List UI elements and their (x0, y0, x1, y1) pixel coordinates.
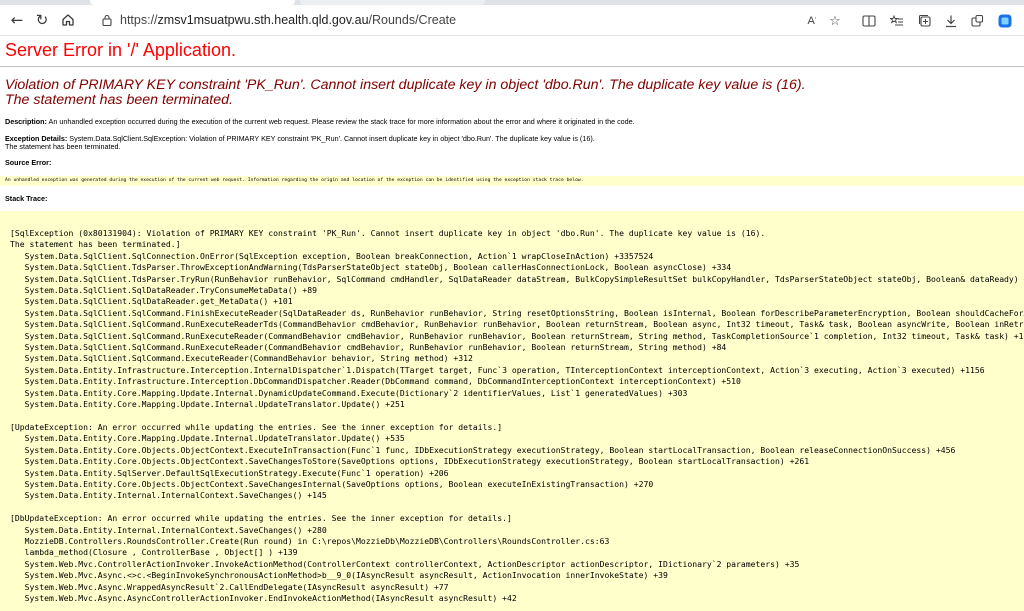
address-bar[interactable]: https://zmsv1msuatpwu.sth.health.qld.gov… (95, 8, 850, 32)
lock-icon[interactable] (101, 13, 113, 27)
url-path: /Rounds/Create (368, 13, 457, 27)
description-label: Description: (5, 117, 47, 126)
stack-trace-label: Stack Trace: (5, 194, 47, 203)
stack-trace-label-text: Stack Trace: (5, 194, 48, 203)
split-screen-icon[interactable] (860, 12, 878, 30)
stack-trace-text: [SqlException (0x80131904): Violation of… (10, 228, 1024, 603)
description-line: Description: An unhandled exception occu… (5, 117, 635, 126)
home-icon[interactable] (57, 9, 79, 31)
read-aloud-icon[interactable]: Aʼ (803, 12, 821, 30)
copilot-icon[interactable] (996, 12, 1014, 30)
extensions-icon[interactable] (968, 12, 986, 30)
page-title: Server Error in '/' Application. (5, 40, 236, 60)
error-heading: Violation of PRIMARY KEY constraint 'PK_… (5, 77, 806, 108)
source-error-text: An unhandled exception was generated dur… (5, 178, 584, 183)
favorite-star-icon[interactable]: ☆ (826, 12, 844, 30)
url-host: zmsv1msuatpwu.sth.health.qld.gov.au (157, 13, 369, 27)
exception-text: System.Data.SqlClient.SqlException: Viol… (67, 134, 595, 143)
description-text: An unhandled exception occurred during t… (46, 117, 635, 126)
source-error-label: Source Error: (5, 158, 51, 167)
back-icon[interactable]: ← (6, 9, 28, 31)
refresh-icon[interactable]: ↻ (31, 9, 53, 31)
url-prefix: https:// (120, 13, 158, 27)
stack-trace-box[interactable]: [SqlException (0x80131904): Violation of… (0, 211, 1024, 611)
source-error-label-text: Source Error: (5, 158, 52, 167)
title-divider (0, 66, 1024, 67)
downloads-icon[interactable] (942, 12, 960, 30)
favorites-list-icon[interactable] (888, 12, 906, 30)
url-text[interactable]: https://zmsv1msuatpwu.sth.health.qld.gov… (120, 13, 456, 27)
source-error-box: An unhandled exception was generated dur… (0, 176, 1024, 186)
collections-icon[interactable] (916, 12, 934, 30)
exception-details-line-2: The statement has been terminated. (5, 142, 121, 151)
browser-toolbar: ← ↻ https://zmsv1msuatpwu.sth.health.qld… (0, 5, 1024, 36)
error-page: Server Error in '/' Application. Violati… (0, 36, 1024, 611)
